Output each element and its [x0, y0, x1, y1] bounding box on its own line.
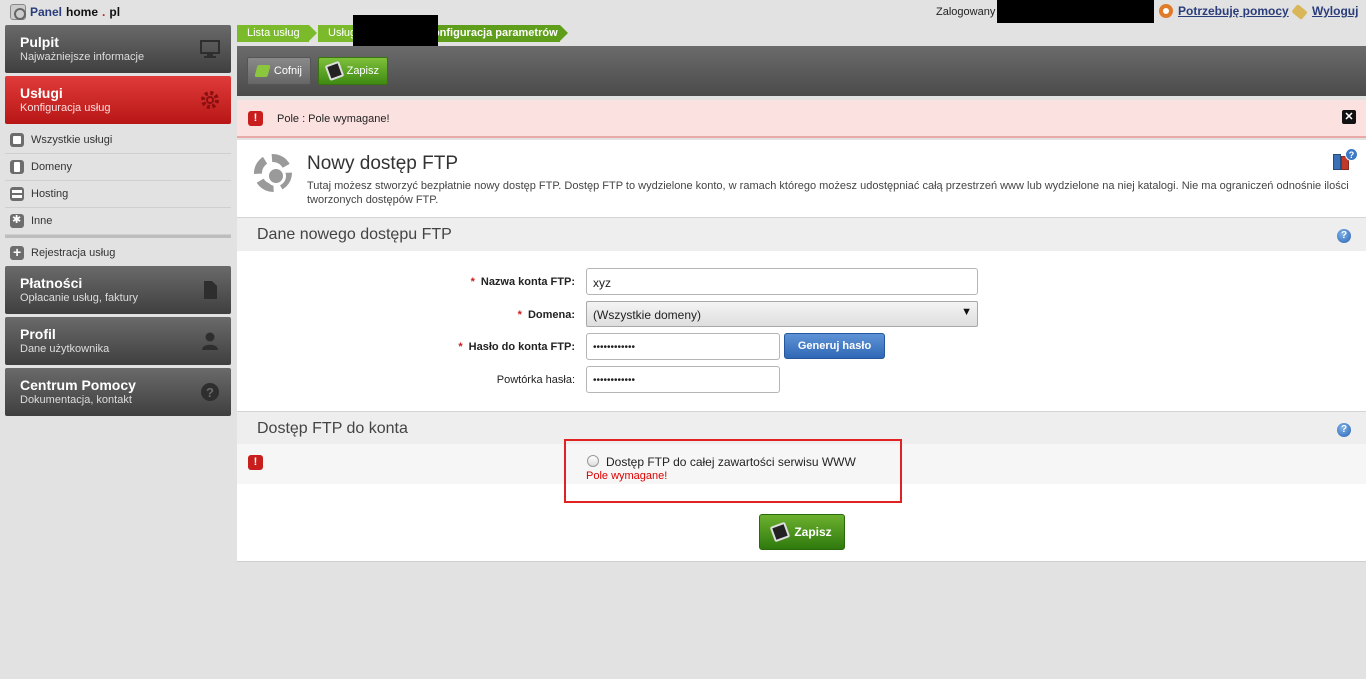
brand-home: home	[66, 5, 99, 19]
sidebar-item-domains[interactable]: Domeny	[5, 154, 231, 181]
plus-icon	[10, 244, 24, 260]
sidebar-item-label: Wszystkie usługi	[31, 134, 113, 146]
sidebar-item-all-services[interactable]: Wszystkie usługi	[5, 127, 231, 154]
logout-link[interactable]: Wyloguj	[1291, 3, 1359, 21]
domain-select[interactable]: (Wszystkie domeny) ▼	[586, 301, 978, 327]
toolbar: Cofnij Zapisz	[237, 46, 1366, 96]
save-button-label: Zapisz	[346, 65, 379, 77]
form-row-domain: * Domena: (Wszystkie domeny) ▼	[237, 301, 1366, 331]
user-icon	[202, 332, 218, 350]
submit-save-button[interactable]: Zapisz	[759, 514, 845, 550]
close-icon[interactable]: ✕	[1342, 110, 1356, 124]
breadcrumb-item[interactable]: Lista usług	[237, 25, 317, 42]
error-highlight-box	[564, 439, 902, 503]
logged-in-label: Zalogowany	[936, 6, 996, 18]
nav-subtitle: Dokumentacja, kontakt	[20, 394, 132, 406]
sidebar: Pulpit Najważniejsze informacje Usługi K…	[5, 25, 231, 419]
services-subnav: Wszystkie usługi Domeny Hosting Inne Rej…	[5, 127, 231, 266]
nav-centrum-pomocy[interactable]: Centrum Pomocy Dokumentacja, kontakt ?	[5, 368, 231, 416]
nav-subtitle: Najważniejsze informacje	[20, 51, 145, 63]
question-icon: ?	[201, 383, 219, 401]
section-ftp-data: Dane nowego dostępu FTP ?	[237, 217, 1366, 251]
help-link-label: Potrzebuję pomocy	[1178, 4, 1289, 18]
brand-pl: pl	[109, 5, 121, 19]
generate-password-button[interactable]: Generuj hasło	[784, 333, 885, 359]
redacted-service-name	[353, 15, 438, 46]
repeat-password-input[interactable]: ••••••••••••	[586, 366, 780, 393]
floppy-disk-icon	[324, 60, 344, 82]
sidebar-item-label: Rejestracja usług	[31, 246, 116, 259]
domain-icon	[10, 160, 24, 174]
manual-help-icon[interactable]: ?	[1333, 148, 1358, 172]
floppy-disk-icon	[770, 521, 791, 543]
domain-select-value: (Wszystkie domeny)	[593, 308, 702, 322]
nav-subtitle: Konfiguracja usług	[20, 102, 111, 114]
sidebar-item-register[interactable]: Rejestracja usług	[5, 239, 231, 266]
warning-icon: !	[248, 455, 263, 470]
nav-pulpit[interactable]: Pulpit Najważniejsze informacje	[5, 25, 231, 73]
sidebar-item-other[interactable]: Inne	[5, 208, 231, 235]
panel-logo-icon	[10, 4, 26, 20]
gear-icon	[254, 154, 292, 192]
submit-save-label: Zapisz	[794, 525, 832, 539]
sidebar-item-label: Domeny	[31, 161, 72, 173]
alert-message: Pole : Pole wymagane!	[277, 113, 390, 125]
save-button[interactable]: Zapisz	[318, 57, 388, 85]
page-description: Tutaj możesz stworzyć bezpłatnie nowy do…	[307, 180, 1349, 206]
section-title: Dostęp FTP do konta	[257, 420, 408, 437]
redacted-username	[997, 0, 1154, 23]
warning-icon: !	[248, 111, 263, 126]
help-icon[interactable]: ?	[1337, 423, 1351, 437]
error-alert: ! Pole : Pole wymagane! ✕	[237, 100, 1366, 138]
nav-profil[interactable]: Profil Dane użytkownika	[5, 317, 231, 365]
svg-text:?: ?	[206, 385, 214, 400]
monitor-icon	[200, 40, 220, 58]
brand-dot: .	[102, 5, 106, 19]
form-row-repeat: Powtórka hasła: ••••••••••••	[237, 366, 1366, 396]
section-title: Dane nowego dostępu FTP	[257, 226, 452, 243]
nav-title: Profil	[20, 326, 56, 342]
nav-title: Pulpit	[20, 34, 59, 50]
nav-uslugi[interactable]: Usługi Konfiguracja usług	[5, 76, 231, 124]
top-bar: Panel home. pl Zalogowany Potrzebuję pomo…	[0, 0, 1366, 24]
back-button[interactable]: Cofnij	[247, 57, 311, 85]
account-name-label: * Nazwa konta FTP:	[470, 276, 575, 288]
gear-icon	[201, 91, 219, 109]
password-label: * Hasło do konta FTP:	[458, 341, 575, 353]
asterisk-icon	[10, 213, 24, 228]
document-icon	[204, 281, 217, 299]
nav-title: Centrum Pomocy	[20, 377, 136, 393]
nav-title: Płatności	[20, 275, 83, 291]
back-arrow-icon	[254, 65, 271, 77]
repeat-password-label: Powtórka hasła:	[496, 374, 575, 386]
nav-title: Usługi	[20, 85, 63, 101]
server-icon	[10, 187, 24, 201]
logout-link-label: Wyloguj	[1312, 4, 1359, 18]
form-row-password: * Hasło do konta FTP: •••••••••••• Generu…	[237, 333, 1366, 363]
domain-label: * Domena:	[517, 309, 575, 321]
sidebar-item-label: Inne	[31, 215, 53, 227]
sidebar-item-label: Hosting	[31, 188, 69, 200]
main-panel: Nowy dostęp FTP Tutaj możesz stworzyć be…	[237, 140, 1366, 562]
nav-subtitle: Opłacanie usług, faktury	[20, 292, 139, 304]
back-button-label: Cofnij	[273, 65, 302, 77]
help-icon[interactable]: ?	[1337, 229, 1351, 243]
tag-icon	[1291, 3, 1308, 21]
account-name-input[interactable]: xyz	[586, 268, 978, 295]
clipboard-icon	[10, 133, 24, 147]
brand-prefix: Panel	[30, 5, 63, 19]
nav-platnosci[interactable]: Płatności Opłacanie usług, faktury	[5, 266, 231, 314]
divider	[5, 235, 231, 238]
brand-logo[interactable]: Panel home. pl	[10, 4, 120, 20]
nav-subtitle: Dane użytkownika	[20, 343, 110, 355]
form-row-account: * Nazwa konta FTP: xyz	[237, 268, 1366, 298]
sidebar-item-hosting[interactable]: Hosting	[5, 181, 231, 208]
lifebuoy-icon	[1159, 4, 1173, 18]
dropdown-arrow-icon: ▼	[961, 306, 972, 318]
page-title: Nowy dostęp FTP	[307, 153, 458, 174]
password-input[interactable]: ••••••••••••	[586, 333, 780, 360]
help-link[interactable]: Potrzebuję pomocy	[1159, 4, 1289, 18]
